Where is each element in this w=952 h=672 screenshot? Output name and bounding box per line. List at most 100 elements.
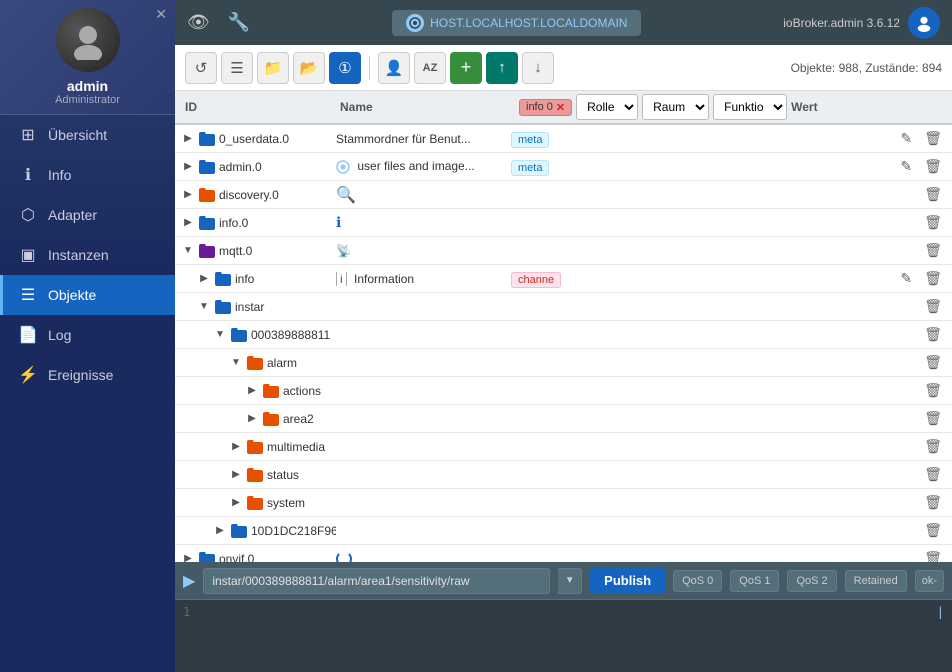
table-row[interactable]: ▶ area2 🗑 bbox=[175, 405, 952, 433]
delete-button[interactable]: 🗑 bbox=[920, 352, 946, 373]
delete-button[interactable]: 🗑 bbox=[920, 408, 946, 429]
mqtt-arrow-icon[interactable]: ▶ bbox=[183, 571, 195, 591]
qos2-button[interactable]: QoS 2 bbox=[787, 570, 836, 592]
folder-icon bbox=[246, 468, 264, 482]
table-row[interactable]: ▼ mqtt.0 📡 🗑 bbox=[175, 237, 952, 265]
table-row[interactable]: ▶ status 🗑 bbox=[175, 461, 952, 489]
raum-dropdown[interactable]: Raum bbox=[642, 94, 709, 120]
delete-button[interactable]: 🗑 bbox=[920, 240, 946, 261]
edit-button[interactable]: ✎ bbox=[896, 128, 916, 149]
expand-button[interactable]: 📂 bbox=[293, 52, 325, 84]
sidebar-item-objekte[interactable]: ☰ Objekte bbox=[0, 275, 175, 315]
version-label: ioBroker.admin 3.6.12 bbox=[783, 16, 900, 30]
delete-button[interactable]: 🗑 bbox=[920, 520, 946, 541]
add-button[interactable]: + bbox=[450, 52, 482, 84]
expand-icon[interactable]: ▼ bbox=[181, 244, 195, 258]
table-row[interactable]: ▶ system 🗑 bbox=[175, 489, 952, 517]
expand-icon[interactable]: ▶ bbox=[181, 216, 195, 230]
sidebar-item-log[interactable]: 📄 Log bbox=[0, 315, 175, 355]
delete-button[interactable]: 🗑 bbox=[920, 548, 946, 562]
rolle-dropdown[interactable]: Rolle bbox=[576, 94, 638, 120]
nav-label-adapter: Adapter bbox=[48, 207, 97, 223]
delete-button[interactable]: 🗑 bbox=[920, 464, 946, 485]
cell-actions: 🗑 bbox=[920, 352, 946, 373]
edit-button[interactable]: ✎ bbox=[896, 268, 916, 289]
cell-id: ▼ instar bbox=[181, 300, 336, 314]
delete-button[interactable]: 🗑 bbox=[920, 436, 946, 457]
table-row[interactable]: ▼ instar 🗑 bbox=[175, 293, 952, 321]
filter-remove-button[interactable]: ✕ bbox=[556, 101, 565, 114]
more-button[interactable]: ok- bbox=[915, 570, 944, 592]
edit-button[interactable]: ✎ bbox=[896, 156, 916, 177]
table-row[interactable]: ▶ onvif.0 🗑 bbox=[175, 545, 952, 562]
wrench-icon[interactable]: 🔧 bbox=[228, 12, 250, 33]
expand-icon[interactable]: ▼ bbox=[213, 328, 227, 342]
expand-icon[interactable]: ▶ bbox=[197, 272, 211, 286]
num-button[interactable]: ① bbox=[329, 52, 361, 84]
expand-icon[interactable]: ▶ bbox=[245, 412, 259, 426]
expand-icon[interactable]: ▶ bbox=[181, 552, 195, 563]
expand-icon[interactable]: ▶ bbox=[229, 468, 243, 482]
sidebar-item-info[interactable]: ℹ Info bbox=[0, 155, 175, 195]
delete-button[interactable]: 🗑 bbox=[920, 184, 946, 205]
line-number: 1 bbox=[183, 605, 190, 619]
folder-icon bbox=[198, 216, 216, 230]
sidebar-item-instanzen[interactable]: ▣ Instanzen bbox=[0, 235, 175, 275]
puzzle-icon: ⬡ bbox=[18, 205, 38, 225]
delete-button[interactable]: 🗑 bbox=[920, 324, 946, 345]
expand-icon[interactable]: ▶ bbox=[229, 496, 243, 510]
close-button[interactable]: ✕ bbox=[155, 6, 167, 23]
eye-icon[interactable]: 👁 bbox=[187, 12, 210, 33]
table-row[interactable]: ▶ 0_userdata.0 Stammordner für Benut... … bbox=[175, 125, 952, 153]
table-row[interactable]: ▶ admin.0 user files and image... meta ✎… bbox=[175, 153, 952, 181]
mqtt-editor[interactable]: 1 | bbox=[175, 600, 952, 672]
delete-button[interactable]: 🗑 bbox=[920, 380, 946, 401]
folder-icon bbox=[230, 328, 248, 342]
retained-button[interactable]: Retained bbox=[845, 570, 907, 592]
delete-button[interactable]: 🗑 bbox=[920, 128, 946, 149]
expand-icon[interactable]: ▶ bbox=[245, 384, 259, 398]
delete-button[interactable]: 🗑 bbox=[920, 296, 946, 317]
table-row[interactable]: ▶ multimedia 🗑 bbox=[175, 433, 952, 461]
expand-icon[interactable]: ▶ bbox=[213, 524, 227, 538]
table-row[interactable]: ▼ 000389888811 🗑 bbox=[175, 321, 952, 349]
table-row[interactable]: ▶ info.0 ℹ 🗑 bbox=[175, 209, 952, 237]
filter-tag[interactable]: info 0 ✕ bbox=[519, 99, 572, 116]
download-button[interactable]: ↓ bbox=[522, 52, 554, 84]
list-icon: ☰ bbox=[18, 285, 38, 305]
cell-name: 🔍 bbox=[336, 185, 511, 205]
delete-button[interactable]: 🗑 bbox=[920, 268, 946, 289]
delete-button[interactable]: 🗑 bbox=[920, 212, 946, 233]
expand-icon[interactable]: ▼ bbox=[229, 356, 243, 370]
person-button[interactable]: 👤 bbox=[378, 52, 410, 84]
expand-icon[interactable]: ▶ bbox=[181, 188, 195, 202]
funktion-dropdown[interactable]: Funktio bbox=[713, 94, 787, 120]
list-view-button[interactable]: ☰ bbox=[221, 52, 253, 84]
table-row[interactable]: ▶ 10D1DC218F96 🗑 bbox=[175, 517, 952, 545]
mqtt-path-dropdown[interactable]: ▼ bbox=[558, 568, 582, 594]
table-row[interactable]: ▶ info i Information channe ✎ 🗑 bbox=[175, 265, 952, 293]
sidebar-item-adapter[interactable]: ⬡ Adapter bbox=[0, 195, 175, 235]
table-row[interactable]: ▶ actions 🗑 bbox=[175, 377, 952, 405]
mqtt-path-input[interactable] bbox=[203, 568, 550, 594]
sidebar-item-uebersicht[interactable]: ⊞ Übersicht bbox=[0, 115, 175, 155]
qos1-button[interactable]: QoS 1 bbox=[730, 570, 779, 592]
publish-button[interactable]: Publish bbox=[590, 568, 665, 594]
expand-icon[interactable]: ▼ bbox=[197, 300, 211, 314]
qos0-button[interactable]: QoS 0 bbox=[673, 570, 722, 592]
upload-button[interactable]: ↑ bbox=[486, 52, 518, 84]
table-row[interactable]: ▶ discovery.0 🔍 🗑 bbox=[175, 181, 952, 209]
delete-button[interactable]: 🗑 bbox=[920, 492, 946, 513]
sidebar-item-ereignisse[interactable]: ⚡ Ereignisse bbox=[0, 355, 175, 395]
table-row[interactable]: ▼ alarm 🗑 bbox=[175, 349, 952, 377]
table-body[interactable]: ▶ 0_userdata.0 Stammordner für Benut... … bbox=[175, 125, 952, 562]
expand-icon[interactable]: ▶ bbox=[181, 132, 195, 146]
refresh-button[interactable]: ↺ bbox=[185, 52, 217, 84]
expand-icon[interactable]: ▶ bbox=[229, 440, 243, 454]
folder-button[interactable]: 📁 bbox=[257, 52, 289, 84]
expand-icon[interactable]: ▶ bbox=[181, 160, 195, 174]
user-avatar-icon[interactable] bbox=[908, 7, 940, 39]
delete-button[interactable]: 🗑 bbox=[920, 156, 946, 177]
col-filter: info 0 ✕ Rolle Raum Funktio bbox=[519, 94, 787, 120]
az-button[interactable]: AZ bbox=[414, 52, 446, 84]
